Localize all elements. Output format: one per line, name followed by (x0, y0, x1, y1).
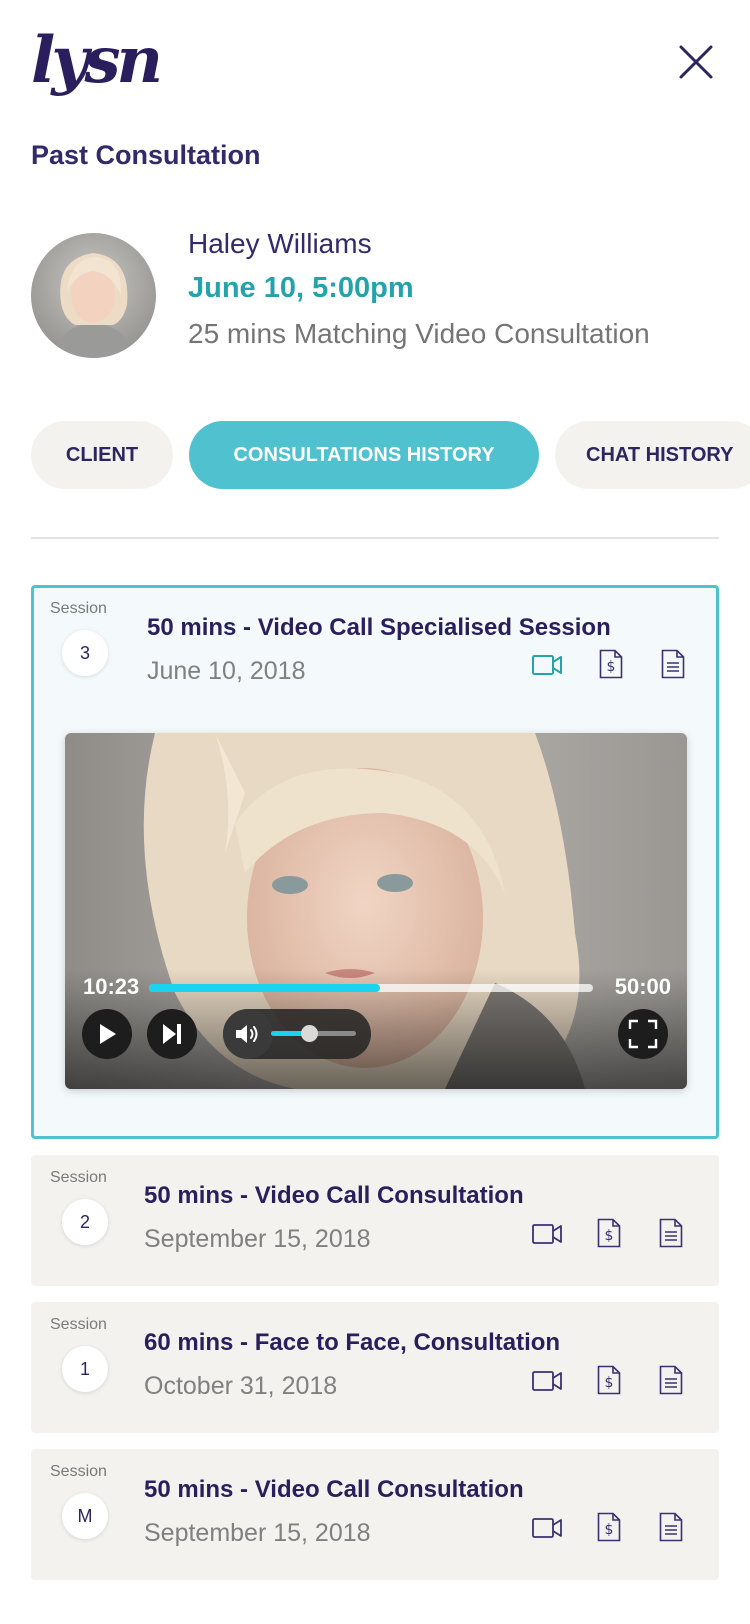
page-title: Past Consultation (31, 140, 261, 170)
session-title: 50 mins - Video Call Specialised Session (147, 614, 611, 641)
seek-bar[interactable] (149, 984, 593, 992)
volume-knob[interactable] (301, 1025, 319, 1042)
session-number-badge: 1 (62, 1346, 108, 1392)
video-camera-icon[interactable] (532, 1223, 562, 1250)
tab-chat-history[interactable]: CHAT HISTORY (555, 421, 750, 489)
session-date: September 15, 2018 (144, 1225, 371, 1253)
session-title: 50 mins - Video Call Consultation (144, 1182, 524, 1209)
play-icon[interactable] (82, 1009, 132, 1059)
session-date: June 10, 2018 (147, 657, 306, 685)
volume-icon[interactable] (223, 1009, 273, 1059)
session-number-badge: 2 (62, 1199, 108, 1245)
divider (31, 537, 719, 539)
session-label: Session (50, 1316, 107, 1333)
document-notes-icon[interactable] (661, 649, 685, 684)
svg-text:$: $ (605, 1228, 614, 1244)
session-card-2[interactable]: Session 2 50 mins - Video Call Consultat… (31, 1155, 719, 1286)
lysn-logo: lysn (31, 23, 163, 98)
invoice-dollar-icon[interactable]: $ (597, 1365, 621, 1400)
video-camera-icon[interactable] (532, 1517, 562, 1544)
close-icon[interactable] (678, 44, 714, 80)
session-label: Session (50, 1169, 107, 1186)
session-date: October 31, 2018 (144, 1372, 338, 1400)
session-label: Session (50, 1463, 107, 1480)
invoice-dollar-icon[interactable]: $ (597, 1218, 621, 1253)
client-avatar (31, 233, 156, 358)
tab-client[interactable]: CLIENT (31, 421, 173, 489)
current-time: 10:23 (83, 974, 140, 999)
skip-next-icon[interactable] (147, 1009, 197, 1059)
svg-text:$: $ (605, 1375, 614, 1391)
session-title: 60 mins - Face to Face, Consultation (144, 1329, 561, 1356)
session-card-m[interactable]: Session M 50 mins - Video Call Consultat… (31, 1449, 719, 1580)
total-time: 50:00 (614, 974, 671, 999)
seek-progress (149, 984, 380, 992)
consultation-type: 25 mins Matching Video Consultation (188, 318, 650, 349)
session-number-badge: 3 (62, 630, 108, 676)
client-name: Haley Williams (188, 228, 372, 259)
volume-control (223, 1009, 371, 1059)
svg-text:$: $ (605, 1522, 614, 1538)
session-card-1[interactable]: Session 1 60 mins - Face to Face, Consul… (31, 1302, 719, 1433)
video-camera-icon[interactable] (532, 1370, 562, 1397)
document-notes-icon[interactable] (659, 1365, 683, 1400)
svg-text:$: $ (607, 659, 616, 675)
document-notes-icon[interactable] (659, 1512, 683, 1547)
tab-consultations-history[interactable]: CONSULTATIONS HISTORY (189, 421, 539, 489)
session-date: September 15, 2018 (144, 1519, 371, 1547)
session-number-badge: M (62, 1493, 108, 1539)
fullscreen-icon[interactable] (618, 1009, 668, 1059)
session-label: Session (50, 600, 107, 617)
invoice-dollar-icon[interactable]: $ (599, 649, 623, 684)
session-title: 50 mins - Video Call Consultation (144, 1476, 524, 1503)
volume-slider[interactable] (271, 1025, 356, 1042)
document-notes-icon[interactable] (659, 1218, 683, 1253)
consultation-date: June 10, 5:00pm (188, 272, 414, 304)
invoice-dollar-icon[interactable]: $ (597, 1512, 621, 1547)
session-card-3[interactable]: Session 3 50 mins - Video Call Specialis… (31, 585, 719, 1139)
video-player[interactable]: 10:23 50:00 (65, 733, 687, 1089)
video-camera-icon[interactable] (532, 654, 562, 681)
